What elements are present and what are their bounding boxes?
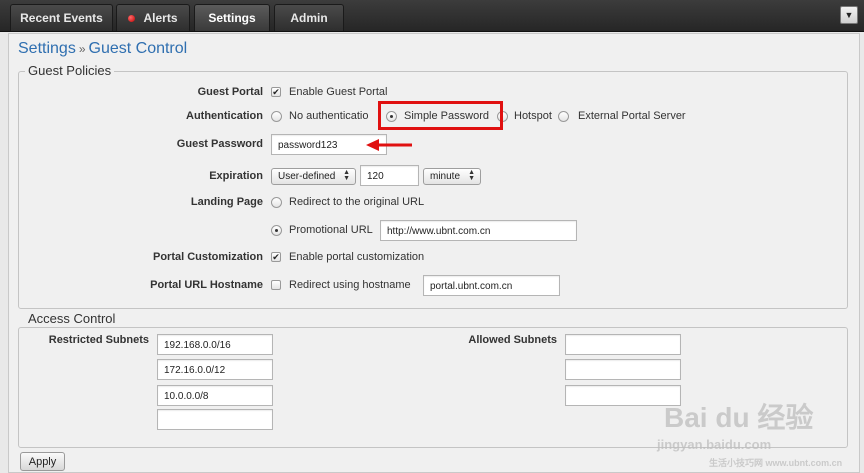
alert-dot-icon — [128, 14, 136, 22]
tab-recent-events[interactable]: Recent Events — [10, 4, 113, 31]
expiration-label: Expiration — [209, 170, 263, 182]
access-control-legend: Access Control — [25, 311, 119, 326]
guest-portal-checkbox-text: Enable Guest Portal — [289, 86, 388, 98]
allowed-subnet-input-1[interactable] — [565, 334, 681, 355]
chevron-down-icon[interactable]: ▼ — [840, 6, 858, 24]
expiration-mode-value: User-defined — [278, 171, 336, 182]
restricted-subnet-input-2[interactable]: 172.16.0.0/12 — [157, 359, 273, 380]
expiration-unit-value: minute — [430, 171, 461, 182]
auth-external-portal-text: External Portal Server — [578, 110, 686, 122]
restricted-subnet-input-3[interactable]: 10.0.0.0/8 — [157, 385, 273, 406]
expiration-value-input[interactable]: 120 — [360, 165, 419, 186]
tab-label: Recent Events — [20, 11, 103, 25]
breadcrumb-separator: » — [78, 42, 86, 56]
allowed-subnet-input-2[interactable] — [565, 359, 681, 380]
authentication-label: Authentication — [186, 110, 263, 122]
restricted-subnet-input-1[interactable]: 192.168.0.0/16 — [157, 334, 273, 355]
tab-settings[interactable]: Settings — [194, 4, 270, 31]
tab-alerts[interactable]: Alerts — [116, 4, 190, 31]
baidu-watermark-logo: Bai du 经验 — [664, 402, 814, 433]
portal-url-hostname-label: Portal URL Hostname — [150, 279, 263, 291]
settings-panel: Settings» Guest Control Guest Policies Gu… — [8, 33, 860, 473]
tab-admin[interactable]: Admin — [274, 4, 344, 31]
apply-button-label: Apply — [28, 455, 57, 468]
portal-url-hostname-checkbox-text: Redirect using hostname — [289, 279, 411, 291]
landing-promotional-url-text: Promotional URL — [289, 224, 373, 236]
auth-no-auth-radio[interactable] — [271, 111, 282, 122]
auth-external-portal-radio[interactable] — [558, 111, 569, 122]
tab-label: Settings — [208, 11, 256, 25]
guest-password-label: Guest Password — [176, 138, 263, 150]
guest-portal-checkbox[interactable]: ✔ — [271, 87, 281, 97]
baidu-watermark-url: jingyan.baidu.com — [657, 437, 772, 452]
breadcrumb-current: Guest Control — [88, 40, 188, 57]
landing-promotional-url-radio[interactable] — [271, 225, 282, 236]
auth-no-auth-text: No authenticatio — [289, 110, 369, 122]
portal-customization-label: Portal Customization — [152, 251, 263, 263]
portal-hostname-input[interactable]: portal.ubnt.com.cn — [423, 275, 560, 296]
top-tab-bar: Recent Events Alerts Settings Admin ▼ — [0, 0, 864, 32]
guest-portal-label: Guest Portal — [197, 86, 263, 98]
landing-page-label: Landing Page — [190, 196, 263, 208]
restricted-subnet-input-4[interactable] — [157, 409, 273, 430]
red-arrow-icon — [366, 139, 412, 151]
expiration-mode-select[interactable]: User-defined ▲ ▼ — [271, 168, 356, 185]
simple-password-highlight-box — [378, 101, 503, 130]
select-arrows-icon: ▲ ▼ — [343, 169, 350, 182]
landing-original-url-text: Redirect to the original URL — [289, 196, 425, 208]
portal-url-hostname-checkbox[interactable] — [271, 280, 281, 290]
select-arrows-icon: ▲ ▼ — [468, 169, 475, 182]
tab-label: Alerts — [143, 11, 178, 25]
guest-policies-legend: Guest Policies — [25, 63, 115, 78]
landing-original-url-radio[interactable] — [271, 197, 282, 208]
portal-customization-checkbox[interactable]: ✔ — [271, 252, 281, 262]
watermark-subtext: 生活小技巧网 www.ubnt.com.cn — [709, 458, 843, 468]
allowed-subnets-label: Allowed Subnets — [468, 334, 557, 346]
expiration-unit-select[interactable]: minute ▲ ▼ — [423, 168, 481, 185]
restricted-subnets-label: Restricted Subnets — [48, 334, 149, 346]
tab-label: Admin — [290, 11, 328, 25]
auth-hotspot-text: Hotspot — [514, 110, 552, 122]
portal-customization-checkbox-text: Enable portal customization — [289, 251, 425, 263]
breadcrumb: Settings» Guest Control — [18, 40, 187, 58]
promotional-url-input[interactable]: http://www.ubnt.com.cn — [380, 220, 577, 241]
apply-button[interactable]: Apply — [20, 452, 65, 471]
breadcrumb-settings-link[interactable]: Settings — [18, 40, 76, 57]
